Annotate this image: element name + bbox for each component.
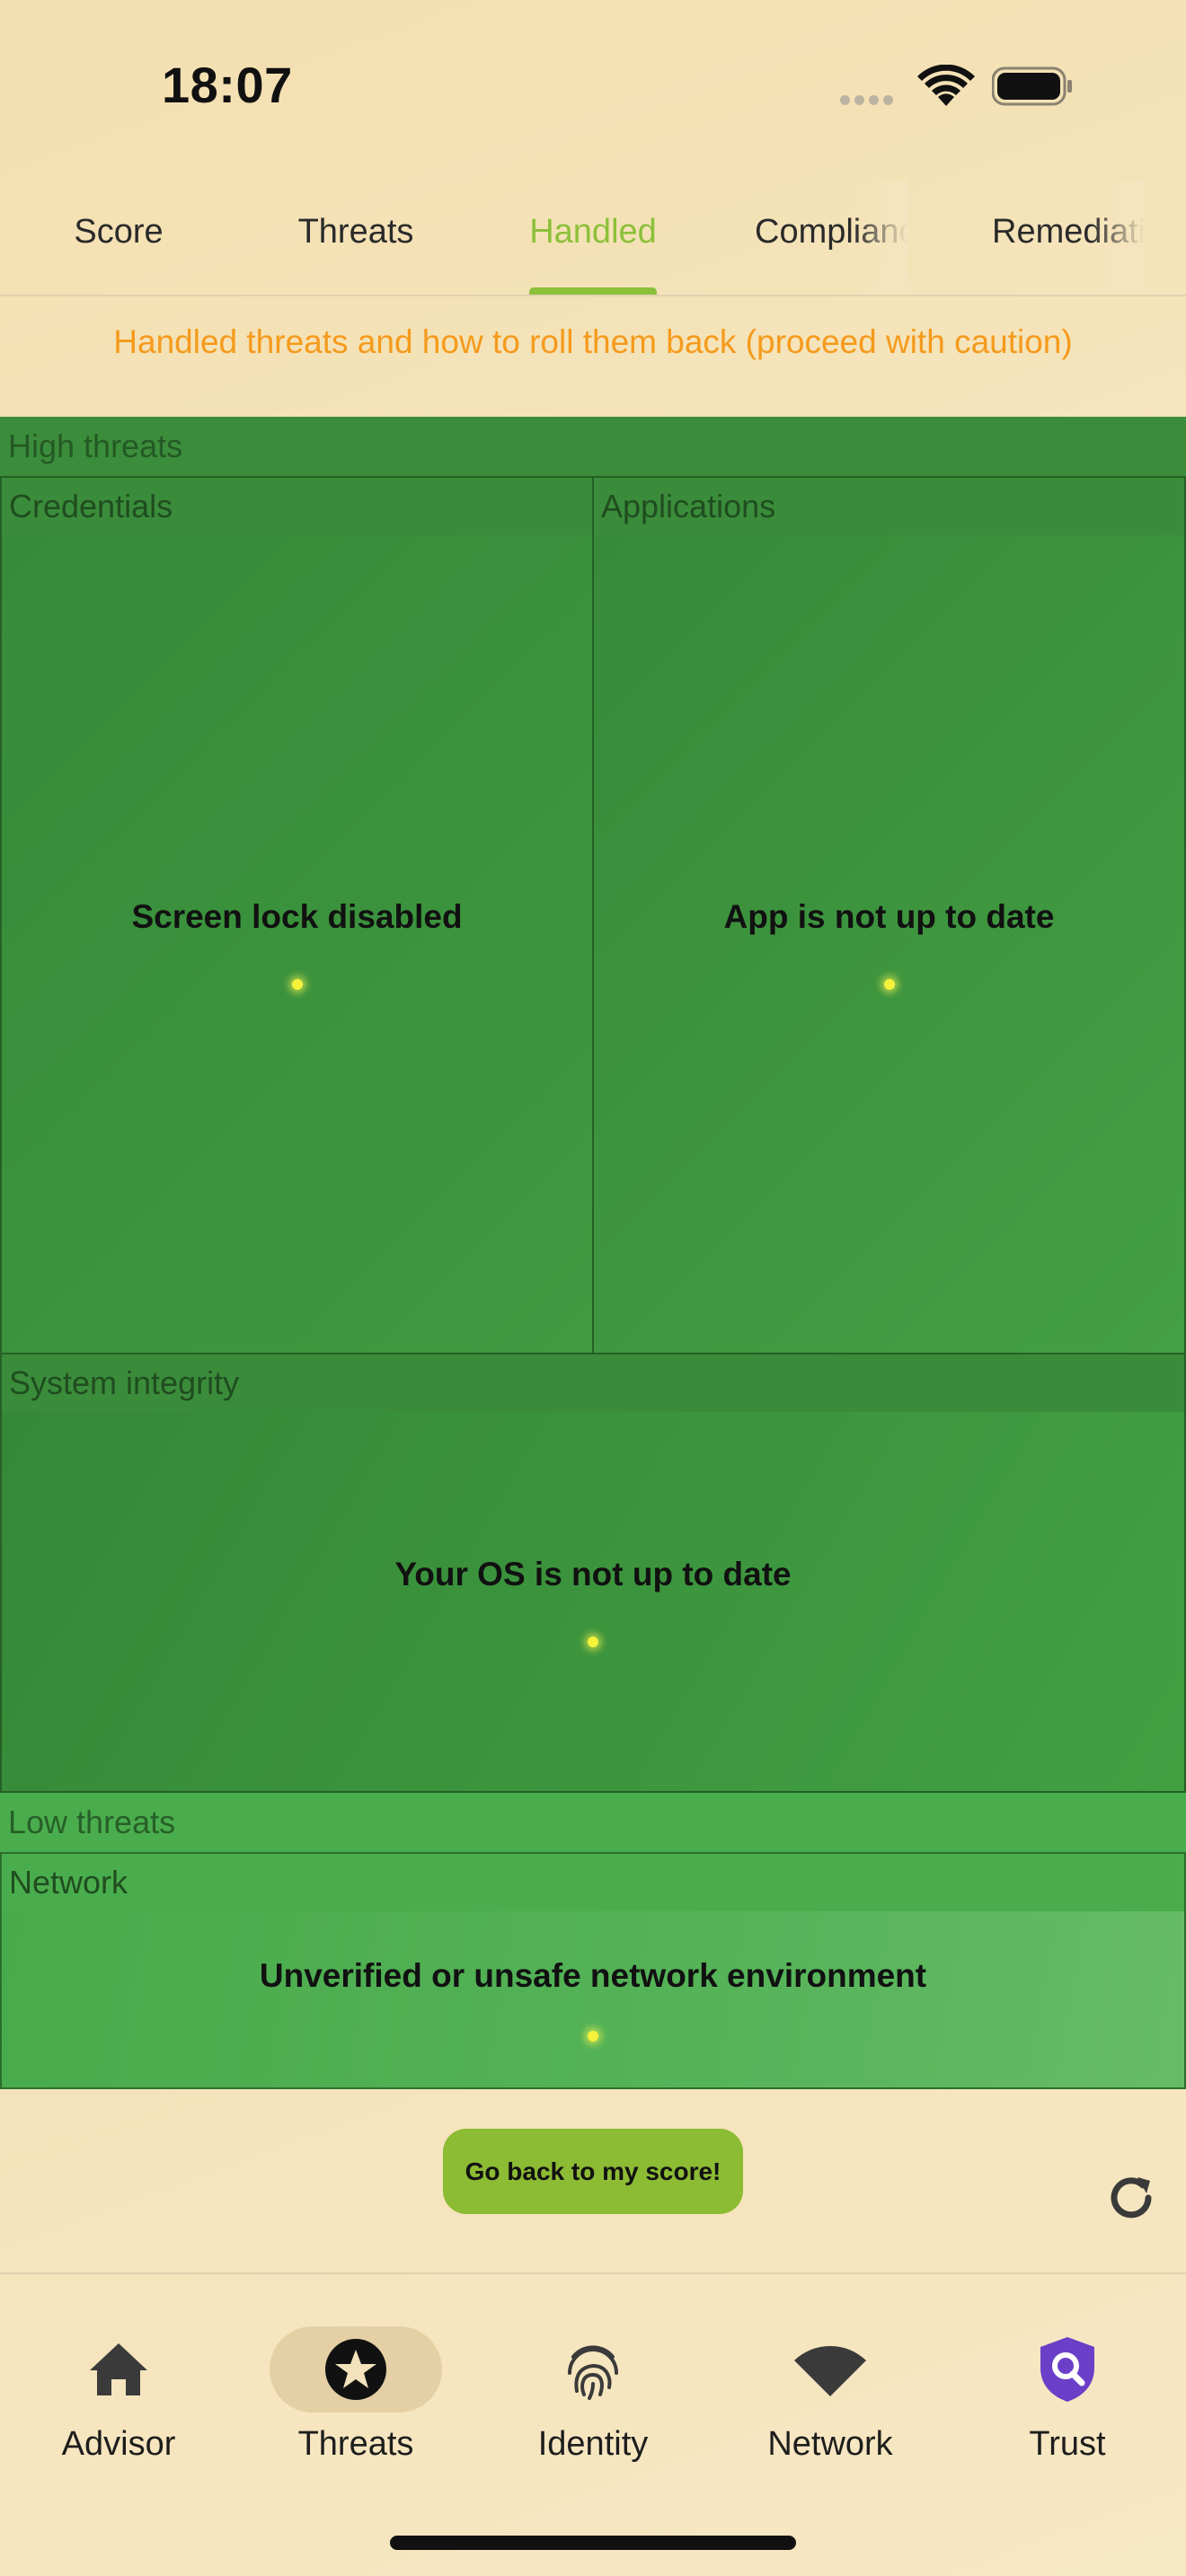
nav-identity[interactable]: Identity: [474, 2326, 712, 2464]
nav-advisor[interactable]: Advisor: [0, 2326, 237, 2464]
category-applications[interactable]: Applications App is not up to date: [592, 476, 1186, 1354]
nav-trust[interactable]: Trust: [949, 2326, 1186, 2464]
star-icon: [325, 2339, 386, 2400]
high-threats-label: High threats: [8, 428, 183, 464]
nav-icon-container: [981, 2326, 1154, 2413]
nav-label: Network: [767, 2425, 893, 2463]
nav-icon-container: [270, 2326, 442, 2413]
wifi-status-icon: [916, 64, 976, 112]
high-threats-group: High threats Credentials Screen lock dis…: [0, 417, 1186, 1793]
threat-tile[interactable]: Your OS is not up to date: [2, 1412, 1184, 1791]
threat-title: Unverified or unsafe network environment: [259, 1957, 927, 1994]
nav-divider: [0, 2272, 1186, 2274]
threat-tile[interactable]: Screen lock disabled: [2, 535, 592, 1353]
category-label: Credentials: [2, 478, 592, 537]
tab-score[interactable]: Score: [0, 180, 237, 295]
threat-tile[interactable]: Unverified or unsafe network environment: [2, 1911, 1184, 2087]
category-credentials[interactable]: Credentials Screen lock disabled: [0, 476, 594, 1354]
go-back-to-score-button[interactable]: Go back to my score!: [443, 2129, 743, 2214]
nav-icon-container: [507, 2326, 679, 2413]
category-label: Network: [2, 1854, 1184, 1913]
cellular-signal-icon: [840, 93, 898, 110]
page-subtitle: Handled threats and how to roll them bac…: [113, 323, 1073, 360]
low-threats-group: Low threats Network Unverified or unsafe…: [0, 1793, 1186, 2089]
fingerprint-icon: [568, 2345, 618, 2400]
tab-threats[interactable]: Threats: [237, 180, 474, 295]
nav-label: Trust: [1029, 2425, 1106, 2463]
nav-label: Advisor: [61, 2425, 176, 2463]
threat-title: Screen lock disabled: [131, 898, 463, 935]
tab-divider: [0, 295, 1186, 296]
nav-network[interactable]: Network: [712, 2326, 949, 2464]
threat-title: App is not up to date: [723, 898, 1055, 935]
category-system-integrity[interactable]: System integrity Your OS is not up to da…: [0, 1353, 1186, 1793]
threat-tile[interactable]: App is not up to date: [594, 535, 1184, 1353]
battery-icon: [991, 66, 1073, 106]
category-label: Applications: [594, 478, 1184, 537]
status-dot: [588, 1636, 598, 1647]
tab-fade: [1091, 180, 1145, 295]
tab-bar: Score Threats Handled Compliance Remedia…: [0, 180, 1186, 295]
home-icon: [90, 2343, 147, 2395]
category-network[interactable]: Network Unverified or unsafe network env…: [0, 1852, 1186, 2089]
status-dot: [588, 2031, 598, 2042]
category-label: System integrity: [2, 1354, 1184, 1414]
status-dot: [291, 979, 303, 990]
nav-icon-container: [32, 2326, 205, 2413]
refresh-icon[interactable]: [1105, 2172, 1157, 2228]
tab-fade: [854, 180, 907, 295]
shield-search-icon: [1040, 2337, 1094, 2402]
nav-icon-container: [744, 2326, 916, 2413]
status-time: 18:07: [162, 57, 293, 113]
tab-handled[interactable]: Handled: [474, 180, 712, 295]
nav-label: Threats: [297, 2425, 414, 2463]
nav-threats[interactable]: Threats: [237, 2326, 474, 2464]
home-indicator: [390, 2536, 796, 2550]
nav-label: Identity: [537, 2425, 649, 2463]
wifi-icon: [794, 2346, 866, 2396]
status-dot: [883, 979, 895, 990]
threat-title: Your OS is not up to date: [394, 1556, 792, 1592]
low-threats-label: Low threats: [8, 1804, 176, 1840]
